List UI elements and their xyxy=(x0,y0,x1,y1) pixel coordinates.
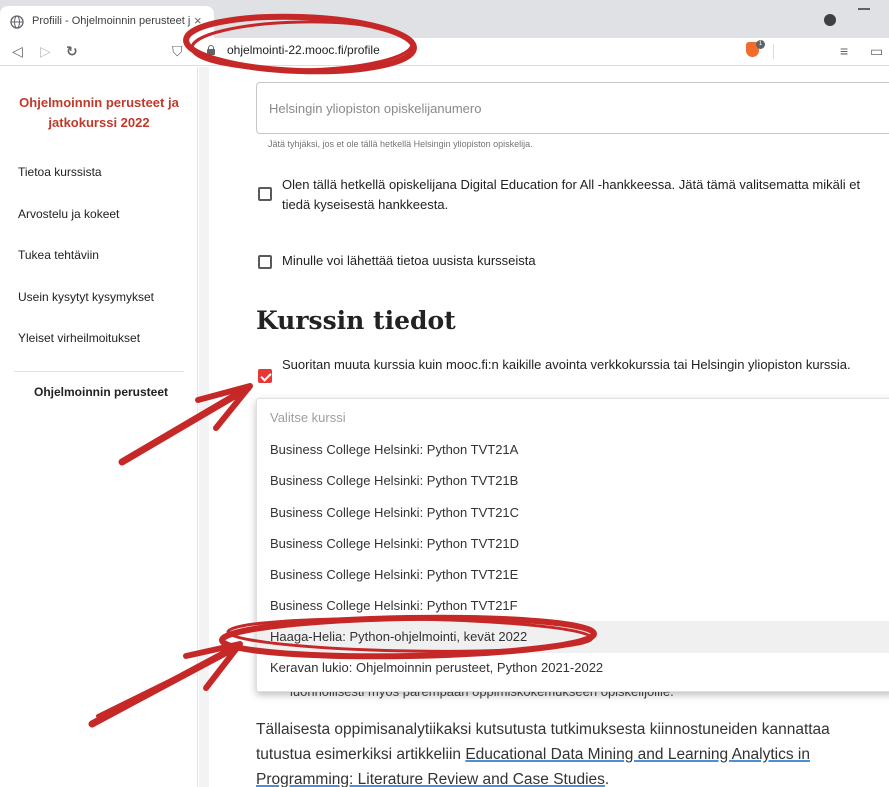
dropdown-option[interactable]: Keravan lukio: Ohjelmoinnin perusteet, P… xyxy=(257,652,889,684)
sidebar-divider xyxy=(14,371,184,372)
sidebar-item-faq[interactable]: Usein kysytyt kysymykset xyxy=(18,290,154,304)
other-course-checkbox[interactable] xyxy=(258,369,272,383)
dropdown-option[interactable]: Business College Helsinki: Python TVT21B xyxy=(257,465,889,497)
sidebar-item-errors[interactable]: Yleiset virheilmoitukset xyxy=(18,331,140,345)
bookmark-icon[interactable]: ⛉ xyxy=(172,42,183,60)
course-title[interactable]: Ohjelmoinnin perusteet ja jatkokurssi 20… xyxy=(8,93,190,133)
sidebar-item-grading[interactable]: Arvostelu ja kokeet xyxy=(18,207,119,221)
tab-title: Profiili - Ohjelmoinnin perusteet j xyxy=(32,15,191,27)
dropdown-placeholder: Valitse kurssi xyxy=(270,410,346,425)
forward-icon[interactable]: ▷ xyxy=(40,42,51,60)
profile-menu-icon[interactable] xyxy=(824,14,836,26)
research-paragraph: Tällaisesta oppimisanalytiikaksi kutsutu… xyxy=(256,717,886,787)
sidebar-item-support[interactable]: Tukea tehtäviin xyxy=(18,248,99,262)
dropdown-option[interactable]: Business College Helsinki: Python TVT21F xyxy=(257,590,889,622)
dropdown-option[interactable]: Business College Helsinki: Python TVT21E xyxy=(257,559,889,591)
student-number-helper: Jätä tyhjäksi, jos et ole tällä hetkellä… xyxy=(268,139,533,149)
lock-icon xyxy=(207,45,215,55)
digital-education-checkbox[interactable] xyxy=(258,187,272,201)
student-number-placeholder: Helsingin yliopiston opiskelijanumero xyxy=(269,101,482,116)
dropdown-option-hovered[interactable]: Haaga-Helia: Python-ohjelmointi, kevät 2… xyxy=(257,621,889,653)
globe-icon xyxy=(10,15,24,29)
wallet-icon[interactable]: ▭ xyxy=(870,42,883,60)
newsletter-checkbox[interactable] xyxy=(258,255,272,269)
sidebar-item-about[interactable]: Tietoa kurssista xyxy=(18,165,102,179)
newsletter-label: Minulle voi lähettää tietoa uusista kurs… xyxy=(282,253,536,268)
student-number-input[interactable]: Helsingin yliopiston opiskelijanumero xyxy=(256,82,889,134)
shields-count-badge: 1 xyxy=(756,40,765,49)
browser-toolbar: ◁ ▷ ↻ ⛉ ohjelmointi-22.mooc.fi/profile 1… xyxy=(0,38,889,66)
dropdown-option[interactable]: Business College Helsinki: Python TVT21A xyxy=(257,434,889,466)
toolbar-divider xyxy=(773,44,774,59)
course-select-dropdown[interactable]: Valitse kurssi Business College Helsinki… xyxy=(256,398,889,692)
digital-education-label: Olen tällä hetkellä opiskelijana Digital… xyxy=(282,177,861,212)
close-tab-icon[interactable]: × xyxy=(194,13,202,28)
url-text: ohjelmointi-22.mooc.fi/profile xyxy=(227,43,380,57)
course-sidebar: Ohjelmoinnin perusteet ja jatkokurssi 20… xyxy=(0,67,198,787)
tab-strip: Profiili - Ohjelmoinnin perusteet j × xyxy=(0,0,889,38)
other-course-label: Suoritan muuta kurssia kuin mooc.fi:n ka… xyxy=(282,357,851,372)
sidebar-scrollbar[interactable] xyxy=(199,67,209,787)
dropdown-option[interactable]: Business College Helsinki: Python TVT21C xyxy=(257,497,889,529)
minimize-icon[interactable] xyxy=(858,8,870,10)
sidebar-part-basics[interactable]: Ohjelmoinnin perusteet xyxy=(34,385,168,399)
course-info-heading: Kurssin tiedot xyxy=(256,306,456,335)
playlist-icon[interactable]: ≡ xyxy=(840,42,848,60)
address-bar[interactable]: ohjelmointi-22.mooc.fi/profile 1 xyxy=(198,39,770,63)
reload-icon[interactable]: ↻ xyxy=(66,42,78,60)
browser-tab[interactable]: Profiili - Ohjelmoinnin perusteet j × xyxy=(0,6,214,38)
paragraph-end: . xyxy=(604,771,610,787)
back-icon[interactable]: ◁ xyxy=(12,42,23,60)
dropdown-option[interactable]: Business College Helsinki: Python TVT21D xyxy=(257,528,889,560)
